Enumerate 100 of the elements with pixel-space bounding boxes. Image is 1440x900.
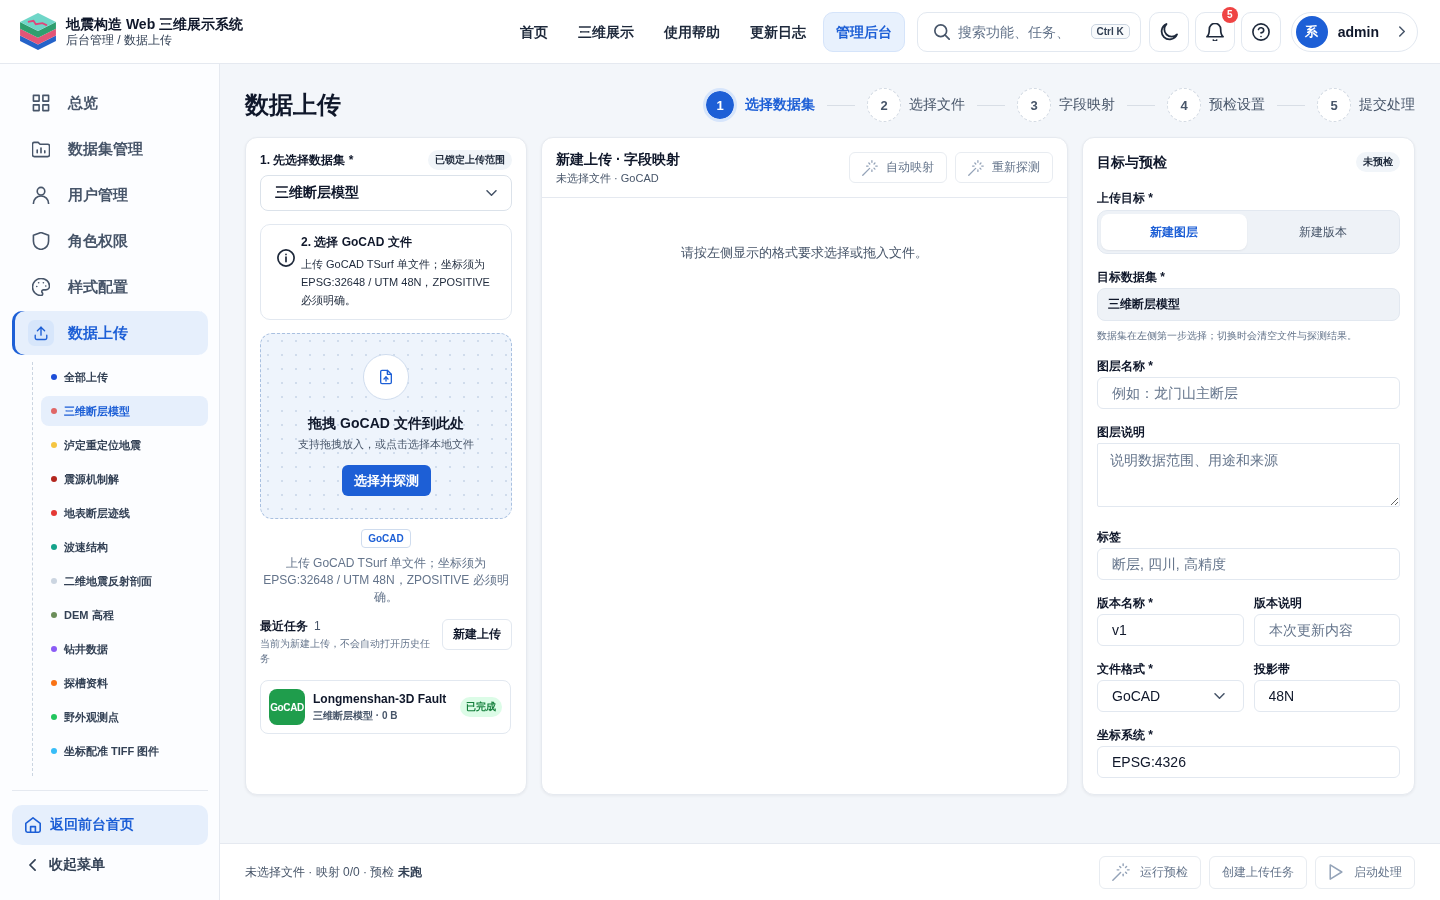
field-label: 标签	[1097, 530, 1122, 544]
locked-badge: 已锁定上传范围	[428, 150, 512, 170]
choose-file-button[interactable]: 选择并探测	[341, 465, 431, 496]
folder-icon	[32, 140, 50, 158]
input-field[interactable]: 48N	[1253, 680, 1400, 712]
card-subtitle: 未选择文件 · GoCAD	[556, 171, 660, 185]
sidebar-item[interactable]: 总览	[12, 81, 208, 125]
chevron-down-icon	[486, 190, 497, 196]
status-text: 未选择文件 · 映射 0/0 · 预检 未跑	[245, 863, 422, 881]
sidebar-subitem[interactable]: 野外观测点	[41, 702, 208, 732]
recent-tasks-title: 最近任务	[260, 618, 308, 634]
sidebar-item[interactable]: 样式配置	[12, 265, 208, 309]
field-label: 图层名称 *	[1097, 359, 1154, 373]
search-field[interactable]: 搜索功能、任务、 Ctrl K	[916, 11, 1141, 52]
app-title: 地震构造 Web 三维展示系统	[66, 15, 244, 33]
moon-icon	[1159, 22, 1178, 41]
nav-tab[interactable]: 使用帮助	[650, 11, 733, 52]
info-text: 上传 GoCAD TSurf 单文件；坐标须为 EPSG:32648 / UTM 48N，ZPOSITIVE 必须明确。	[301, 257, 491, 308]
sidebar-item[interactable]: 数据上传	[12, 311, 208, 355]
step-number: 2	[867, 88, 901, 122]
step-label: 选择数据集	[745, 96, 815, 114]
drop-zone-hint: 支持拖拽放入，或点击选择本地文件	[298, 437, 474, 452]
upload-icon	[28, 320, 54, 346]
step-label: 提交处理	[1359, 96, 1415, 114]
notification-badge: 5	[1221, 6, 1238, 23]
field-label: 版本说明	[1253, 596, 1303, 610]
task-name: Longmenshan-3D Fault	[313, 691, 447, 706]
card-title: 目标与预检	[1097, 153, 1167, 171]
theme-toggle-button[interactable]	[1148, 11, 1189, 52]
file-upload-icon	[363, 354, 409, 400]
select-field[interactable]: GoCAD	[1097, 680, 1244, 712]
sidebar-subitem[interactable]: 坐标配准 TIFF 图件	[41, 736, 208, 766]
field-hint: 数据集在左侧第一步选择；切换时会清空文件与探测结果。	[1097, 329, 1358, 343]
wand-icon	[862, 159, 878, 176]
chevron-right-icon	[1399, 26, 1405, 37]
field-label: 1. 先选择数据集 *	[260, 151, 354, 169]
sidebar-subitem[interactable]: 二维地震反射剖面	[41, 566, 208, 596]
field-label: 坐标系统 *	[1097, 728, 1154, 742]
input-field[interactable]: 断层, 四川, 高精度	[1097, 548, 1400, 580]
wand-icon	[968, 159, 984, 176]
input-field[interactable]: 本次更新内容	[1253, 614, 1400, 646]
help-button[interactable]	[1240, 11, 1281, 52]
precheck-badge: 未预检	[1356, 152, 1400, 172]
file-drop-zone[interactable]: 拖拽 GoCAD 文件到此处 支持拖拽放入，或点击选择本地文件 选择并探测	[260, 333, 512, 519]
step-number: 3	[1017, 88, 1051, 122]
status-badge: 已完成	[460, 697, 502, 717]
format-note: 上传 GoCAD TSurf 单文件；坐标须为 EPSG:32648 / UTM 48N，ZPOSITIVE 必须明确。	[262, 555, 510, 606]
sidebar-item[interactable]: 用户管理	[12, 173, 208, 217]
input-field[interactable]: v1	[1097, 614, 1244, 646]
sidebar-item[interactable]: 角色权限	[12, 219, 208, 263]
search-input[interactable]: 搜索功能、任务、	[957, 21, 1083, 42]
field-label: 文件格式 *	[1097, 662, 1154, 676]
segment-option[interactable]: 新建图层	[1101, 214, 1247, 250]
help-icon	[1251, 22, 1270, 41]
sidebar-subitem[interactable]: 探槽资料	[41, 668, 208, 698]
step-label: 选择文件	[909, 96, 965, 114]
nav-tab[interactable]: 更新日志	[736, 11, 819, 52]
field-label: 版本名称 *	[1097, 596, 1154, 610]
home-button[interactable]: 返回前台首页	[12, 805, 208, 845]
wand-icon	[1112, 863, 1130, 881]
nav-tab[interactable]: 三维展示	[564, 11, 647, 52]
input-field[interactable]: 例如：龙门山主断层	[1097, 377, 1400, 409]
step-label: 预检设置	[1209, 96, 1265, 114]
sidebar-subitem[interactable]: 全部上传	[41, 362, 208, 392]
format-badge: GoCAD	[269, 689, 305, 725]
dataset-select[interactable]: 三维断层模型	[260, 175, 512, 211]
sidebar-subitem[interactable]: 钻井数据	[41, 634, 208, 664]
nav-tab[interactable]: 首页	[506, 11, 561, 52]
nav-tab[interactable]: 管理后台	[822, 11, 905, 52]
field-label: 上传目标 *	[1097, 191, 1154, 205]
breadcrumb: 后台管理 / 数据上传	[66, 33, 173, 48]
textarea-field[interactable]: 说明数据范围、用途和来源	[1097, 443, 1400, 507]
user-name: admin	[1337, 23, 1379, 40]
sidebar-subitem[interactable]: 地表断层迹线	[41, 498, 208, 528]
info-title: 2. 选择 GoCAD 文件	[301, 234, 413, 250]
segment-option[interactable]: 新建版本	[1250, 214, 1396, 250]
step-number: 1	[703, 88, 737, 122]
sidebar-subitem[interactable]: 泸定重定位地震	[41, 430, 208, 460]
step-number: 5	[1317, 88, 1351, 122]
chevron-down-icon	[1213, 693, 1225, 699]
sidebar-item[interactable]: 数据集管理	[12, 127, 208, 171]
sidebar-subitem[interactable]: DEM 高程	[41, 600, 208, 630]
sidebar-subitem[interactable]: 波速结构	[41, 532, 208, 562]
shortcut-key: Ctrl K	[1090, 24, 1130, 39]
chevron-left-icon	[29, 859, 36, 871]
field-label: 图层说明	[1097, 425, 1146, 439]
readonly-field: 三维断层模型	[1097, 288, 1400, 321]
step-label: 字段映射	[1059, 96, 1115, 114]
user-menu-button[interactable]: 系 admin	[1290, 11, 1418, 52]
sidebar-subitem[interactable]: 三维断层模型	[41, 396, 208, 426]
new-upload-button[interactable]: 新建上传	[442, 619, 512, 650]
info-icon	[277, 249, 295, 267]
input-field[interactable]: EPSG:4326	[1097, 746, 1400, 778]
user-icon	[32, 186, 50, 204]
field-label: 投影带	[1253, 662, 1291, 676]
page-title: 数据上传	[245, 90, 341, 120]
collapse-menu-button[interactable]: 收起菜单	[12, 850, 208, 880]
palette-icon	[32, 278, 50, 296]
sidebar-subitem[interactable]: 震源机制解	[41, 464, 208, 494]
user-avatar: 系	[1295, 15, 1328, 48]
